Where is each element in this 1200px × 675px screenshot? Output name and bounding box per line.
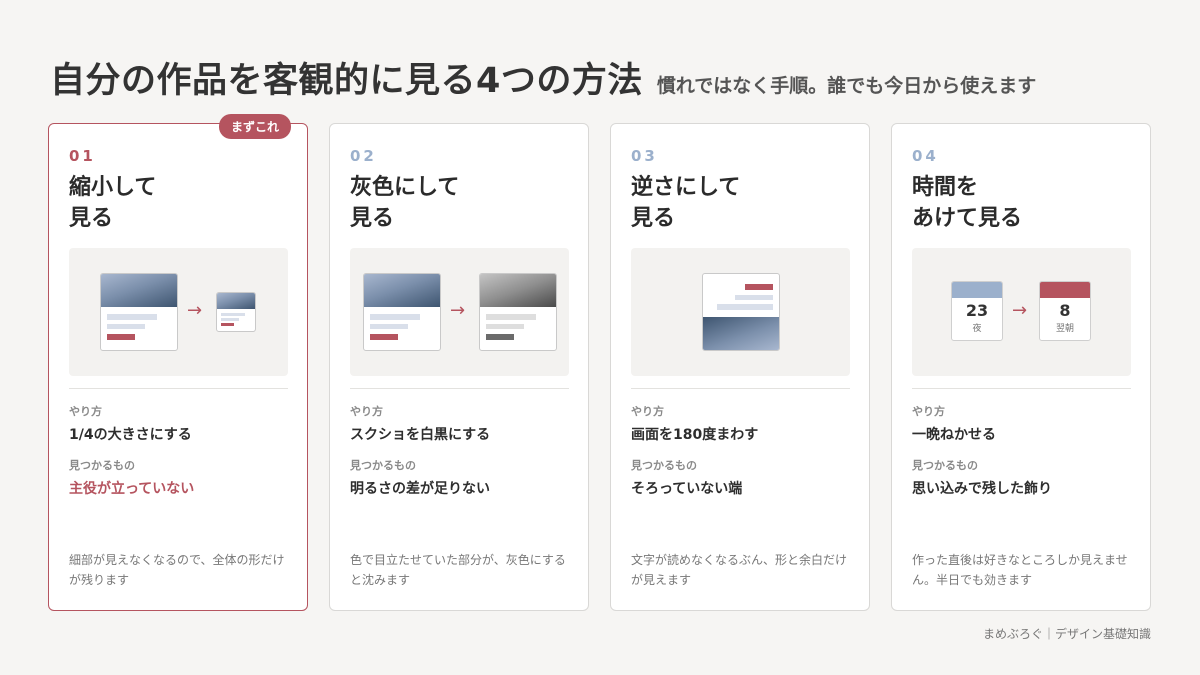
card-title: 時間を あけて見る (912, 172, 1022, 234)
card-divider (912, 388, 1131, 389)
method-value: 一晩ねかせる (912, 427, 996, 443)
find-value: 明るさの差が足りない (350, 481, 490, 497)
card-title-line1: 逆さにして (631, 175, 741, 200)
page-title: 自分の作品を客観的に見る4つの方法 (50, 61, 643, 101)
card-title-line1: 縮小して (69, 175, 157, 200)
card-title: 縮小して 見る (69, 172, 156, 234)
find-label: 見つかるもの (69, 459, 135, 472)
find-label: 見つかるもの (350, 459, 416, 472)
calendar-day: 8 (1059, 301, 1071, 320)
method-card-grayscale: 02 灰色にして 見る → やり方 スクショを白黒にする 見つかるもの 明るさの… (329, 123, 589, 611)
find-label: 見つかるもの (912, 459, 978, 472)
method-label: やり方 (69, 405, 102, 418)
method-card-wait: 04 時間を あけて見る 23 夜 → 8 翌朝 やり方 一晩ねかせる 見つかる… (891, 123, 1151, 611)
find-label: 見つかるもの (631, 459, 697, 472)
shrink-illustration: → (69, 248, 288, 376)
card-note: 色で目立たせていた部分が、灰色にすると沈みます (350, 553, 566, 587)
card-note: 作った直後は好きなところしか見えません。半日でも効きます (912, 553, 1128, 587)
method-label: やり方 (350, 405, 383, 418)
arrow-right-icon: → (187, 300, 203, 321)
color-layout-thumbnail (363, 273, 441, 351)
upside-down-illustration (631, 248, 850, 376)
calendar-after-icon: 8 翌朝 (1039, 281, 1091, 341)
card-number: 03 (631, 147, 658, 165)
card-note: 細部が見えなくなるので、全体の形だけが残ります (69, 553, 285, 587)
card-number: 01 (69, 147, 96, 165)
card-divider (631, 388, 850, 389)
grayscale-illustration: → (350, 248, 569, 376)
card-title-line2: 見る (69, 206, 114, 231)
page-header: 自分の作品を客観的に見る4つの方法 慣れではなく手順。誰でも今日から使えます (50, 52, 1036, 103)
page-subtitle: 慣れではなく手順。誰でも今日から使えます (656, 75, 1037, 97)
method-label: やり方 (912, 405, 945, 418)
calendar-day: 23 (965, 301, 989, 320)
large-layout-thumbnail (100, 273, 178, 351)
card-title-line1: 灰色にして (350, 175, 460, 200)
method-value: 1/4の大きさにする (69, 427, 192, 443)
card-number: 02 (350, 147, 377, 165)
flipped-layout-thumbnail (702, 273, 780, 351)
method-value: スクショを白黒にする (350, 427, 491, 443)
time-illustration: 23 夜 → 8 翌朝 (912, 248, 1131, 376)
find-value: 主役が立っていない (69, 481, 195, 497)
gray-layout-thumbnail (479, 273, 557, 351)
find-value: 思い込みで残した飾り (912, 481, 1052, 497)
find-value: そろっていない端 (631, 481, 743, 497)
card-title-line2: あけて見る (912, 206, 1023, 231)
card-divider (69, 388, 288, 389)
card-title-line2: 見る (350, 206, 395, 231)
calendar-label: 夜 (972, 324, 982, 334)
method-card-upside-down: 03 逆さにして 見る やり方 画面を180度まわす 見つかるもの そろっていな… (610, 123, 870, 611)
arrow-right-icon: → (1012, 300, 1028, 321)
small-layout-thumbnail (216, 292, 256, 332)
arrow-right-icon: → (450, 300, 466, 321)
card-title-line1: 時間を (912, 175, 979, 200)
card-title-line2: 見る (631, 206, 676, 231)
card-number: 04 (912, 147, 939, 165)
card-note: 文字が読めなくなるぶん、形と余白だけが見えます (631, 553, 848, 587)
start-here-badge: まずこれ (218, 114, 291, 139)
card-title: 逆さにして 見る (631, 172, 740, 234)
method-cards: まずこれ 01 縮小して 見る → やり方 1/4の大きさにする 見つかるもの (48, 114, 1151, 611)
calendar-before-icon: 23 夜 (951, 281, 1003, 341)
method-value: 画面を180度まわす (631, 427, 759, 443)
method-label: やり方 (631, 405, 664, 418)
calendar-label: 翌朝 (1055, 324, 1074, 334)
card-divider (350, 388, 569, 389)
card-title: 灰色にして 見る (350, 172, 459, 234)
footer-credit: まめぶろぐ｜デザイン基礎知識 (982, 627, 1151, 641)
method-card-shrink: まずこれ 01 縮小して 見る → やり方 1/4の大きさにする 見つかるもの (48, 114, 308, 611)
